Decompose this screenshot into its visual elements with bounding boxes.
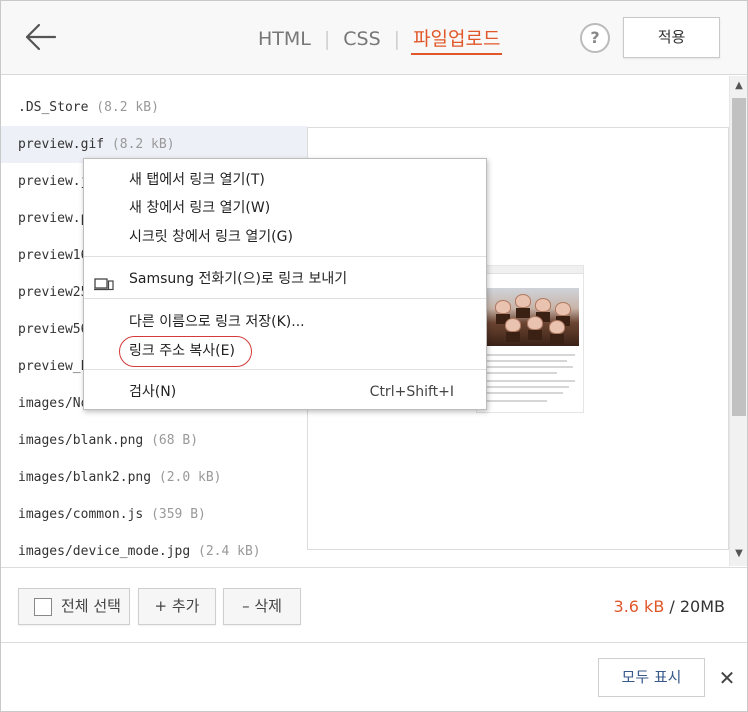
header-bar: HTML | CSS | 파일업로드 ? 적용 [1,1,747,75]
file-name: preview_b [18,359,89,374]
menu-item-label: 새 탭에서 링크 열기(T) [129,172,265,188]
file-name: images/blank2.png [18,470,152,485]
file-row[interactable]: images/common.js (359 B) [1,496,307,533]
menu-item-label: 검사(N) [129,384,177,400]
file-row[interactable]: images/blank.png (68 B) [1,422,307,459]
file-row[interactable]: .DS_Store (8.2 kB) [1,89,307,126]
tab-separator: | [393,28,401,50]
tab-html[interactable]: HTML [256,25,313,53]
show-all-button[interactable]: 모두 표시 [598,658,705,697]
tab-css[interactable]: CSS [341,25,382,53]
file-row[interactable]: images/device_mode.jpg (2.4 kB) [1,533,307,570]
file-name: images/device_mode.jpg [18,544,191,559]
close-icon[interactable]: ✕ [715,666,739,690]
menu-item-shortcut: Ctrl+Shift+I [369,384,454,400]
scroll-down-arrow-icon[interactable]: ▼ [730,548,747,560]
file-name: images/blank.png [18,433,144,448]
file-name: .DS_Store [18,100,89,115]
file-size: (2.4 kB) [198,544,261,559]
file-row[interactable]: images/blank2.png (2.0 kB) [1,459,307,496]
add-file-button[interactable]: + 추가 [138,588,216,625]
file-name: images/common.js [18,507,144,522]
menu-divider [84,369,486,370]
tab-file-upload[interactable]: 파일업로드 [411,25,503,55]
select-all-checkbox[interactable] [34,598,52,616]
device-icon [94,273,114,291]
menu-item-send-to-device[interactable]: Samsung 전화기(으)로 링크 보내기 [84,265,486,293]
menu-item-open-incognito[interactable]: 시크릿 창에서 링크 열기(G) [84,223,486,251]
menu-item-open-new-window[interactable]: 새 창에서 링크 열기(W) [84,194,486,222]
preview-image [476,265,584,413]
file-name: images/No [18,396,89,411]
vertical-scrollbar[interactable]: ▲ ▼ [729,76,747,566]
storage-usage: 3.6 kB / 20MB [614,597,725,616]
scroll-up-arrow-icon[interactable]: ▲ [730,80,747,92]
menu-item-copy-link-address[interactable]: 링크 주소 복사(E) [84,337,486,365]
editor-tabs: HTML | CSS | 파일업로드 [256,25,503,55]
storage-total: / 20MB [664,597,725,616]
storage-used: 3.6 kB [613,597,665,616]
file-size: (68 B) [151,433,199,448]
delete-file-button[interactable]: – 삭제 [223,588,301,625]
menu-item-label: 시크릿 창에서 링크 열기(G) [129,229,293,245]
select-all-button[interactable]: 전체 선택 [18,588,130,625]
file-name: preview25 [18,285,89,300]
menu-divider [84,256,486,257]
menu-item-inspect[interactable]: 검사(N) Ctrl+Shift+I [84,378,486,406]
editor-window: HTML | CSS | 파일업로드 ? 적용 .DS_Store (8.2 k… [0,0,748,712]
context-menu: 새 탭에서 링크 열기(T) 새 창에서 링크 열기(W) 시크릿 창에서 링크… [83,158,487,410]
file-name: preview.p [18,211,89,226]
menu-item-label: Samsung 전화기(으)로 링크 보내기 [129,271,348,287]
file-name: preview.gif [18,137,105,152]
back-arrow-icon[interactable] [23,21,59,53]
file-name: preview56 [18,322,89,337]
file-size: (8.2 kB) [111,137,175,152]
help-icon[interactable]: ? [580,23,610,53]
menu-item-label: 새 창에서 링크 열기(W) [129,200,271,216]
menu-divider [84,298,486,299]
menu-item-save-link-as[interactable]: 다른 이름으로 링크 저장(K)... [84,308,486,336]
file-size: (2.0 kB) [158,470,222,485]
menu-item-label: 링크 주소 복사(E) [129,343,235,359]
download-bar: 모두 표시 ✕ [1,644,747,711]
scrollbar-thumb[interactable] [732,98,746,416]
tab-separator: | [323,28,331,50]
file-name: preview.j [18,174,89,189]
file-toolbar: 전체 선택 + 추가 – 삭제 3.6 kB / 20MB [1,567,747,643]
menu-item-open-new-tab[interactable]: 새 탭에서 링크 열기(T) [84,166,486,194]
select-all-label: 전체 선택 [61,597,121,615]
file-size: (8.2 kB) [96,100,159,115]
apply-button[interactable]: 적용 [623,17,720,58]
menu-item-label: 다른 이름으로 링크 저장(K)... [129,314,305,330]
file-name: preview16 [18,248,89,263]
file-size: (359 B) [151,507,206,522]
